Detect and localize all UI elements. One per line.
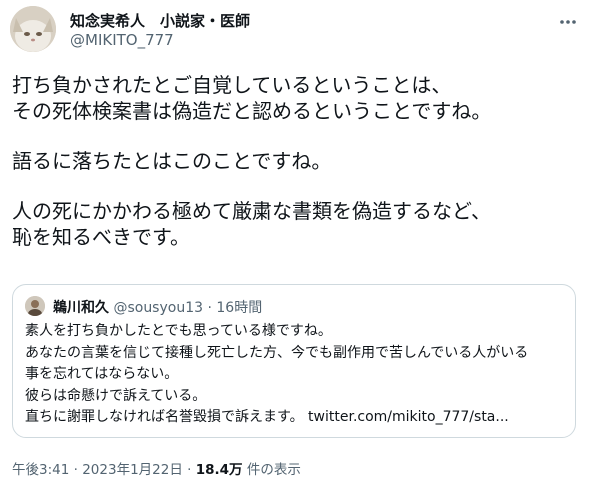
quoted-header: 鵜川和久 @sousyou13 · 16時間 [53,297,262,317]
tweet-date[interactable]: 2023年1月22日 [82,462,183,478]
views-label: 件の表示 [246,462,301,478]
tweet-line: 恥を知るべきです。 [12,225,190,249]
quoted-author-avatar [25,296,45,316]
quoted-timestamp: 16時間 [216,300,263,316]
person-avatar-icon [25,296,45,316]
tweet-line: 人の死にかかわる極めて厳粛な書類を偽造するなど、 [12,199,491,223]
quoted-author-name: 鵜川和久 [53,300,109,316]
author-name[interactable]: 知念実希人 小説家・医師 [70,10,250,31]
quoted-tweet-text: 素人を打ち負かしたとでも思っている様ですね。 あなたの言葉を信じて接種し死亡した… [25,321,565,429]
quoted-line: 直ちに謝罪しなければ名誉毀損で訴えます。 twitter.com/mikito_… [25,409,509,425]
quoted-line: 彼らは命懸けで訴えている。 [25,387,207,404]
quoted-line: 事を忘れてはならない。 [25,366,179,382]
author-handle[interactable]: @MIKITO_777 [70,31,174,49]
quoted-separator: · [207,300,212,316]
tweet-time[interactable]: 午後3:41 [12,462,69,478]
more-icon[interactable] [558,12,578,32]
tweet-line: その死体検案書は偽造だと認めるということですね。 [12,99,492,123]
cat-avatar-icon [10,6,56,52]
tweet: 知念実希人 小説家・医師 @MIKITO_777 打ち負かされたとご自覚している… [0,0,589,481]
quoted-tweet[interactable]: 鵜川和久 @sousyou13 · 16時間 素人を打ち負かしたとでも思っている… [12,284,576,438]
quoted-line: あなたの言葉を信じて接種し死亡した方、今でも副作用で苦しんでいる人がいる [25,344,529,361]
meta-separator: · [73,462,78,478]
tweet-meta: 午後3:41 · 2023年1月22日 · 18.4万 件の表示 [12,458,301,478]
views-count: 18.4万 [195,462,243,478]
tweet-line: 語るに落ちたとはこのことですね。 [12,149,332,173]
quoted-line: 素人を打ち負かしたとでも思っている様ですね。 [25,323,332,339]
meta-separator: · [187,462,192,478]
author-avatar[interactable] [10,6,56,52]
quoted-author-handle: @sousyou13 [113,300,204,316]
tweet-line: 打ち負かされたとご自覚しているということは、 [12,73,452,97]
tweet-text: 打ち負かされたとご自覚しているということは、 その死体検案書は偽造だと認めるとい… [12,72,582,250]
